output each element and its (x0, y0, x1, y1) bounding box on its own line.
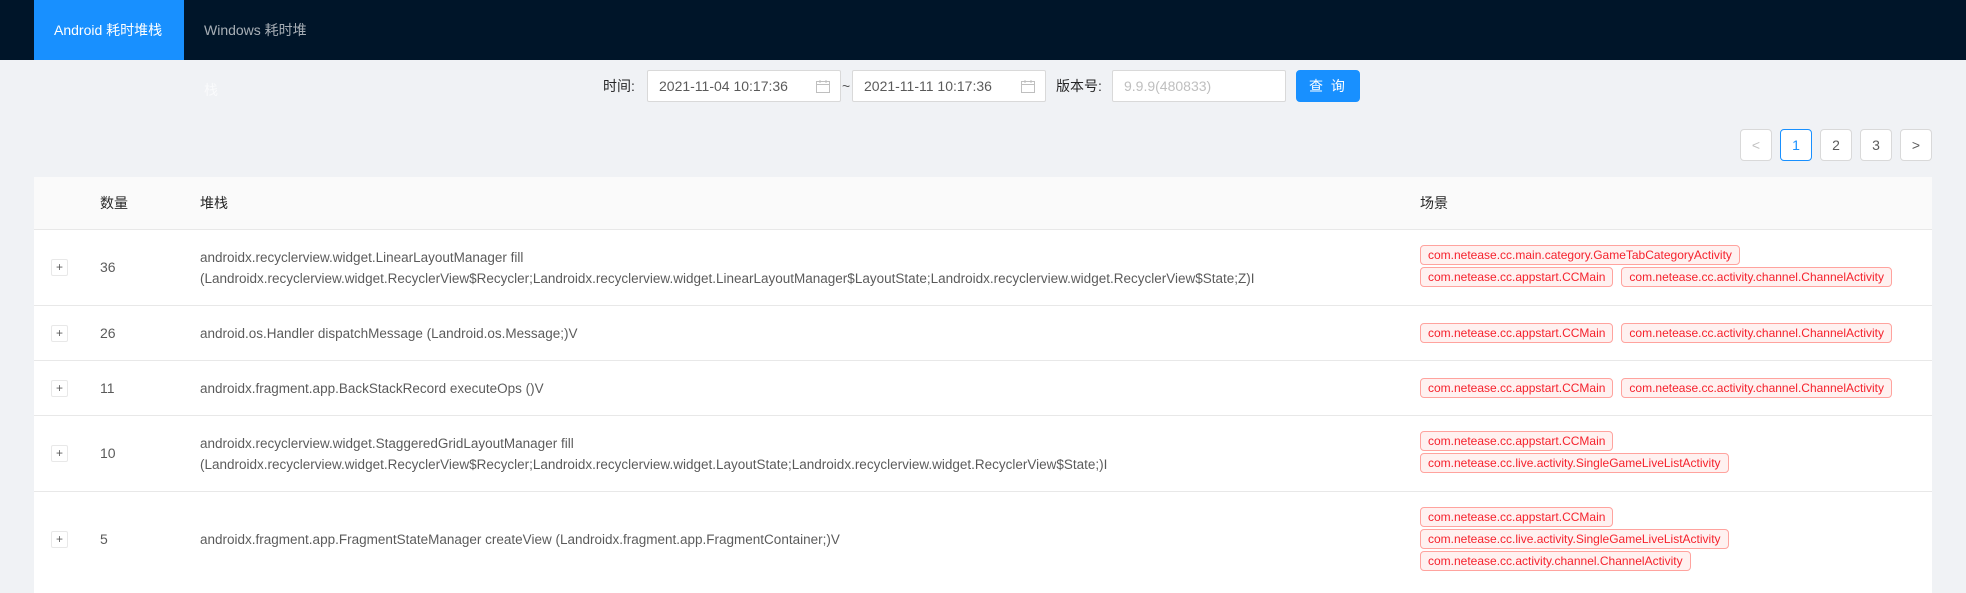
scene-tag: com.netease.cc.activity.channel.ChannelA… (1420, 551, 1691, 571)
page-2-button[interactable]: 2 (1820, 129, 1852, 161)
row-scenes: com.netease.cc.appstart.CCMain com.neteas… (1420, 378, 1920, 400)
row-count: 36 (100, 259, 116, 275)
scene-tag: com.netease.cc.activity.channel.ChannelA… (1621, 323, 1892, 343)
calendar-icon (816, 80, 830, 93)
page-1-button[interactable]: 1 (1780, 129, 1812, 161)
time-label: 时间: (603, 78, 635, 94)
start-date-value: 2021-11-04 10:17:36 (659, 78, 788, 94)
date-range-separator: ~ (842, 78, 851, 94)
scene-tag: com.netease.cc.appstart.CCMain (1420, 378, 1614, 398)
expand-row-icon[interactable]: + (51, 531, 68, 548)
scene-tag: com.netease.cc.appstart.CCMain (1420, 267, 1614, 287)
row-stack: androidx.recyclerview.widget.StaggeredGr… (200, 433, 1400, 475)
row-count: 5 (100, 531, 108, 547)
next-page-button[interactable]: > (1900, 129, 1932, 161)
scene-tag: com.netease.cc.appstart.CCMain (1420, 507, 1614, 527)
stack-line: (Landroidx.recyclerview.widget.RecyclerV… (200, 457, 1108, 472)
page-3-button[interactable]: 3 (1860, 129, 1892, 161)
scene-tag: com.netease.cc.appstart.CCMain (1420, 323, 1614, 343)
scene-tag: com.netease.cc.activity.channel.ChannelA… (1621, 378, 1892, 398)
query-button[interactable]: 查 询 (1296, 70, 1360, 102)
row-scenes: com.netease.cc.appstart.CCMain com.neteas… (1420, 323, 1920, 345)
stack-line: android.os.Handler dispatchMessage (Land… (200, 326, 578, 341)
scene-tag: com.netease.cc.live.activity.SingleGameL… (1420, 453, 1729, 473)
pagination: < 1 2 3 > (0, 129, 1966, 161)
row-stack: androidx.fragment.app.FragmentStateManag… (200, 529, 1400, 550)
version-input[interactable]: 9.9.9(480833) (1112, 70, 1286, 102)
column-header-scene: 场景 (1420, 195, 1448, 211)
end-date-value: 2021-11-11 10:17:36 (864, 78, 992, 94)
table-row: + 26 android.os.Handler dispatchMessage … (34, 306, 1932, 361)
scene-tag: com.netease.cc.main.category.GameTabCate… (1420, 245, 1740, 265)
tab-windows-stack[interactable]: Windows 耗时堆栈 (184, 0, 334, 98)
row-count: 11 (100, 380, 115, 396)
expand-row-icon[interactable]: + (51, 445, 68, 462)
stack-line: (Landroidx.recyclerview.widget.RecyclerV… (200, 271, 1255, 286)
filter-bar: 时间: 2021-11-04 10:17:36 ~ 2021-11-11 10:… (0, 70, 1966, 104)
version-label: 版本号: (1056, 78, 1102, 94)
row-count: 26 (100, 325, 116, 341)
column-header-stack: 堆栈 (200, 195, 228, 211)
row-stack: android.os.Handler dispatchMessage (Land… (200, 323, 1400, 344)
table-row: + 5 androidx.fragment.app.FragmentStateM… (34, 492, 1932, 593)
expand-row-icon[interactable]: + (51, 259, 68, 276)
row-scenes: com.netease.cc.appstart.CCMain com.netea… (1420, 431, 1920, 475)
stack-line: androidx.fragment.app.FragmentStateManag… (200, 532, 840, 547)
expand-row-icon[interactable]: + (51, 325, 68, 342)
stack-line: androidx.recyclerview.widget.StaggeredGr… (200, 436, 574, 451)
scene-tag: com.netease.cc.appstart.CCMain (1420, 431, 1614, 451)
table-row: + 10 androidx.recyclerview.widget.Stagge… (34, 416, 1932, 492)
stack-table: 数量 堆栈 场景 + 36 androidx.recyclerview.widg… (34, 177, 1932, 593)
scene-tag: com.netease.cc.live.activity.SingleGameL… (1420, 529, 1729, 549)
row-scenes: com.netease.cc.appstart.CCMain com.netea… (1420, 507, 1920, 573)
row-stack: androidx.fragment.app.BackStackRecord ex… (200, 378, 1400, 399)
expand-row-icon[interactable]: + (51, 380, 68, 397)
column-header-count: 数量 (100, 195, 128, 211)
prev-page-button[interactable]: < (1740, 129, 1772, 161)
calendar-icon (1021, 80, 1035, 93)
row-stack: androidx.recyclerview.widget.LinearLayou… (200, 247, 1400, 289)
table-row: + 11 androidx.fragment.app.BackStackReco… (34, 361, 1932, 416)
end-date-picker[interactable]: 2021-11-11 10:17:36 (852, 70, 1046, 102)
start-date-picker[interactable]: 2021-11-04 10:17:36 (647, 70, 841, 102)
row-scenes: com.netease.cc.main.category.GameTabCate… (1420, 245, 1920, 289)
table-header: 数量 堆栈 场景 (34, 177, 1932, 230)
table-row: + 36 androidx.recyclerview.widget.Linear… (34, 230, 1932, 306)
tab-android-stack[interactable]: Android 耗时堆栈 (34, 0, 184, 60)
version-placeholder: 9.9.9(480833) (1124, 78, 1212, 94)
stack-line: androidx.fragment.app.BackStackRecord ex… (200, 381, 544, 396)
top-nav: Android 耗时堆栈 Windows 耗时堆栈 (0, 0, 1966, 98)
stack-line: androidx.recyclerview.widget.LinearLayou… (200, 250, 524, 265)
scene-tag: com.netease.cc.activity.channel.ChannelA… (1621, 267, 1892, 287)
row-count: 10 (100, 445, 116, 461)
